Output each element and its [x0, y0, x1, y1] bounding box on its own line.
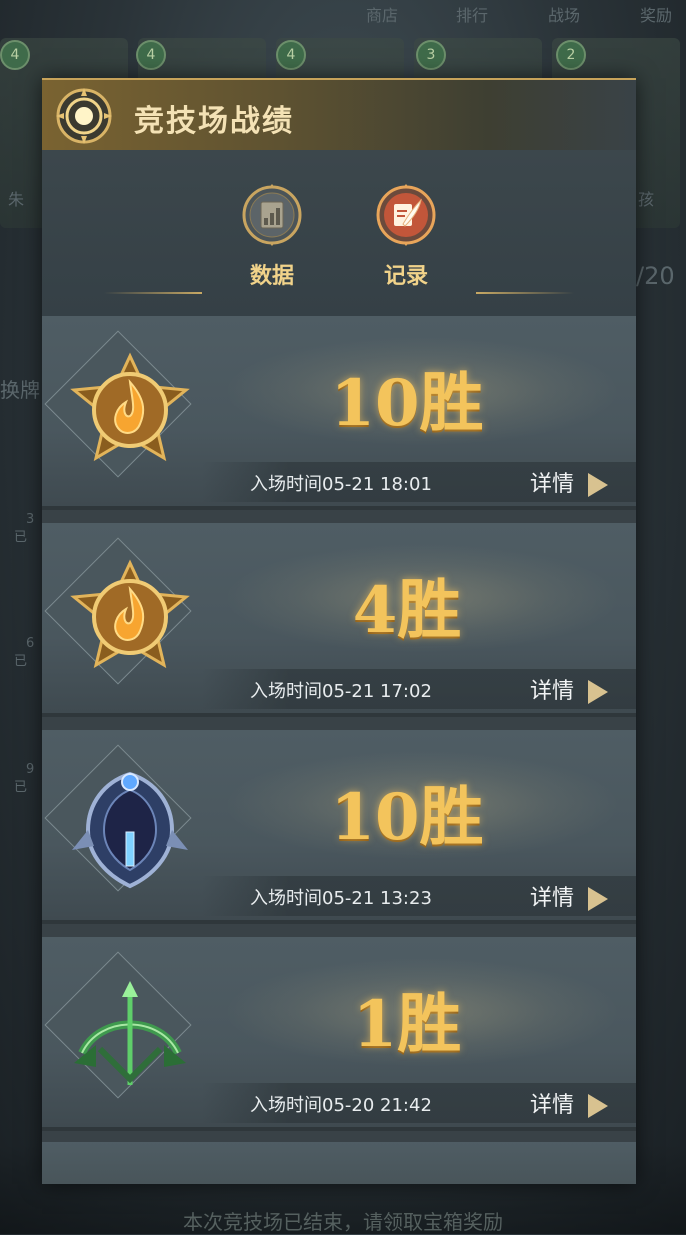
bg-tab-shop: 商店	[366, 6, 399, 25]
bg-card-badge: 3	[416, 40, 446, 70]
entry-time: 入场时间05-21 17:02	[250, 681, 432, 702]
arena-record-panel: 竞技场战绩 数据 记录 10胜 入场时间05-21 18:01 详情 4胜 入场…	[42, 78, 636, 1184]
record-item: 10胜 入场时间05-21 13:23 详情	[42, 730, 636, 924]
bg-card-badge: 4	[276, 40, 306, 70]
panel-header: 竞技场战绩	[42, 78, 636, 152]
bg-side-text: 3	[26, 512, 35, 527]
win-count: 4胜	[352, 573, 462, 648]
play-arrow-icon[interactable]	[588, 887, 608, 911]
record-item: 10胜 入场时间05-21 18:01 详情	[42, 316, 636, 510]
tab-divider-right	[476, 292, 574, 294]
detail-link[interactable]: 详情	[530, 673, 574, 705]
win-count: 10胜	[330, 366, 484, 441]
entry-time: 入场时间05-21 13:23	[250, 888, 432, 909]
play-arrow-icon[interactable]	[588, 1094, 608, 1118]
record-item-partial	[42, 1142, 636, 1184]
bg-side-text: 6	[26, 636, 35, 651]
bg-card-badge: 4	[0, 40, 30, 70]
record-item: 1胜 入场时间05-20 21:42 详情	[42, 937, 636, 1131]
bg-side-text: 朱	[8, 190, 25, 209]
background-top-tabs: 商店 排行 战场 奖励	[0, 0, 686, 28]
bg-side-text: 已	[14, 780, 28, 795]
arena-sun-icon	[56, 88, 112, 144]
bg-side-text: 孩	[638, 190, 655, 209]
quill-icon	[376, 184, 436, 246]
bg-card-badge: 4	[136, 40, 166, 70]
entry-time: 入场时间05-20 21:42	[250, 1095, 432, 1116]
bg-side-text: /20	[636, 262, 675, 290]
gold-flame-emblem-icon	[70, 559, 190, 669]
entry-time: 入场时间05-21 18:01	[250, 474, 432, 495]
detail-link[interactable]: 详情	[530, 1087, 574, 1119]
tab-data-label: 数据	[249, 264, 294, 289]
detail-link[interactable]: 详情	[530, 466, 574, 498]
panel-title: 竞技场战绩	[134, 104, 294, 139]
bg-tab-rank: 排行	[456, 6, 489, 25]
win-count: 1胜	[352, 987, 462, 1062]
bg-side-text: 已	[14, 654, 28, 669]
record-item: 4胜 入场时间05-21 17:02 详情	[42, 523, 636, 717]
tab-divider-left	[104, 292, 202, 294]
tab-records[interactable]: 记录	[366, 178, 446, 296]
bg-side-text: 换牌	[0, 378, 40, 402]
gold-flame-emblem-icon	[70, 352, 190, 462]
blue-helm-emblem-icon	[72, 771, 188, 889]
bg-tab-reward: 奖励	[640, 6, 673, 25]
win-count: 10胜	[330, 780, 484, 855]
play-arrow-icon[interactable]	[588, 680, 608, 704]
green-bow-emblem-icon	[74, 981, 186, 1085]
bg-card-badge: 2	[556, 40, 586, 70]
bg-tab-battle: 战场	[548, 6, 581, 25]
tab-bar	[42, 150, 636, 316]
detail-link[interactable]: 详情	[530, 880, 574, 912]
chart-icon	[242, 184, 302, 246]
tab-records-label: 记录	[383, 264, 428, 289]
bg-side-text: 已	[14, 530, 28, 545]
tab-data[interactable]: 数据	[232, 178, 312, 296]
background-footer-text: 本次竞技场已结束，请领取宝箱奖励	[183, 1210, 503, 1234]
play-arrow-icon[interactable]	[588, 473, 608, 497]
bg-side-text: 9	[26, 762, 35, 777]
